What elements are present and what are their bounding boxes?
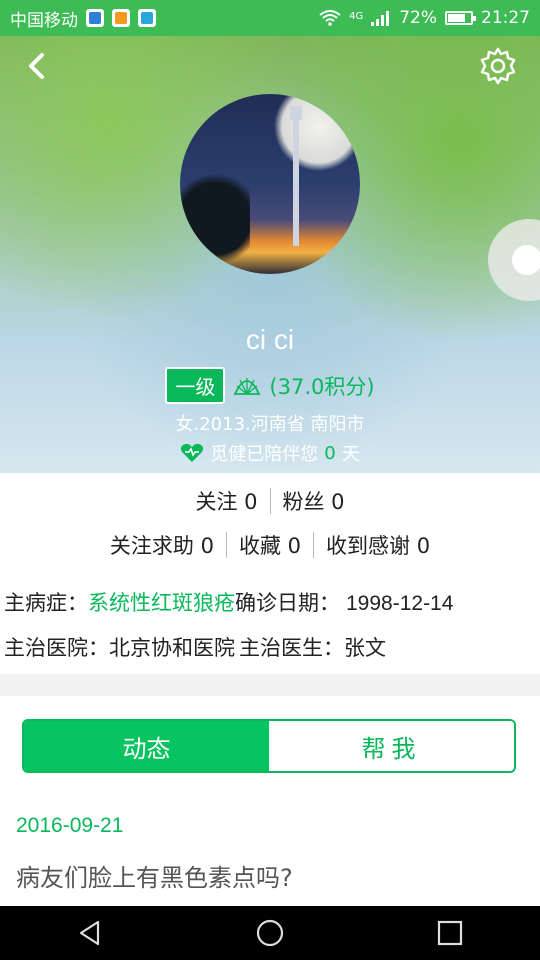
stat-follow-help[interactable]: 关注求助 0 [98,530,226,560]
clock: 21:27 [481,8,530,28]
nav-back-button[interactable] [70,913,110,953]
stats-row-1: 关注 0 粉丝 0 [0,486,540,516]
level-row: 一级 (37.0积分) [0,367,540,404]
post-date: 2016-09-21 [16,814,124,837]
network-type: 4G [349,11,364,22]
nav-home-button[interactable] [250,913,290,953]
hospital-label: 主治医院： [4,636,109,660]
tab-activity[interactable]: 动态 [24,721,269,771]
chevron-left-icon[interactable] [22,50,54,82]
wifi-icon [319,10,341,26]
screen: 中国移动 4G 72% 21:27 ci ci 一级 (37.0积分) 女.20… [0,0,540,960]
system-nav-bar [0,906,540,960]
disease-label: 主病症： [4,591,88,615]
avatar[interactable] [180,94,360,274]
nav-recents-button[interactable] [430,913,470,953]
avatar-trees [180,164,250,274]
stat-favorites[interactable]: 收藏 0 [227,530,313,560]
diagnosis-label: 确诊日期： [235,591,340,615]
accompany-prefix: 觅健已陪伴您 [210,444,319,465]
disease-value[interactable]: 系统性红斑狼疮 [88,591,235,615]
points: (37.0积分) [269,374,375,399]
notification-icon-2 [112,9,130,27]
stat-follow[interactable]: 关注 0 [183,486,269,516]
accompany-days: 0 [324,442,336,464]
diagnosis-date: 1998-12-14 [346,592,454,615]
hospital-row: 主治医院：北京协和医院 主治医生：张文 [4,632,386,662]
disease-row: 主病症：系统性红斑狼疮确诊日期： 1998-12-14 [4,587,453,617]
stat-thanks[interactable]: 收到感谢 0 [314,530,442,560]
stat-fans[interactable]: 粉丝 0 [271,486,357,516]
level-badge: 一级 [165,367,226,404]
notification-icon-3 [138,9,156,27]
battery-icon [445,11,476,25]
notification-icon-1 [86,9,104,27]
user-info: 女.2013.河南省 南阳市 [175,414,365,435]
tab-bar: 动态 帮我 [22,719,516,773]
circle-home-icon [256,919,284,947]
battery-percent: 72% [399,8,437,28]
tab-help-me[interactable]: 帮我 [269,721,514,771]
floating-assist-button[interactable] [488,219,540,301]
gear-icon[interactable] [478,46,518,86]
square-recents-icon [437,920,463,946]
accompany-suffix: 天 [341,444,360,465]
doctor-value: 张文 [344,636,386,660]
shell-icon [234,377,261,395]
stats-row-2: 关注求助 0 收藏 0 收到感谢 0 [0,530,540,560]
signal-icon [371,11,390,26]
profile-header: ci ci 一级 (37.0积分) 女.2013.河南省 南阳市 觅健已陪伴您 … [0,36,540,473]
post-title[interactable]: 病友们脸上有黑色素点吗? [16,858,293,893]
triangle-back-icon [79,920,100,946]
doctor-label: 主治医生： [239,636,344,660]
heart-icon [181,443,204,462]
status-right: 4G 72% 21:27 [319,8,530,28]
status-bar: 中国移动 4G 72% 21:27 [0,0,540,36]
carrier-label: 中国移动 [10,10,78,31]
username: ci ci [245,324,295,355]
status-left: 中国移动 [10,6,156,31]
accompany-row: 觅健已陪伴您 0 天 [0,440,540,466]
section-divider [0,674,540,696]
avatar-tower [290,106,302,246]
hospital-value: 北京协和医院 [109,636,235,660]
